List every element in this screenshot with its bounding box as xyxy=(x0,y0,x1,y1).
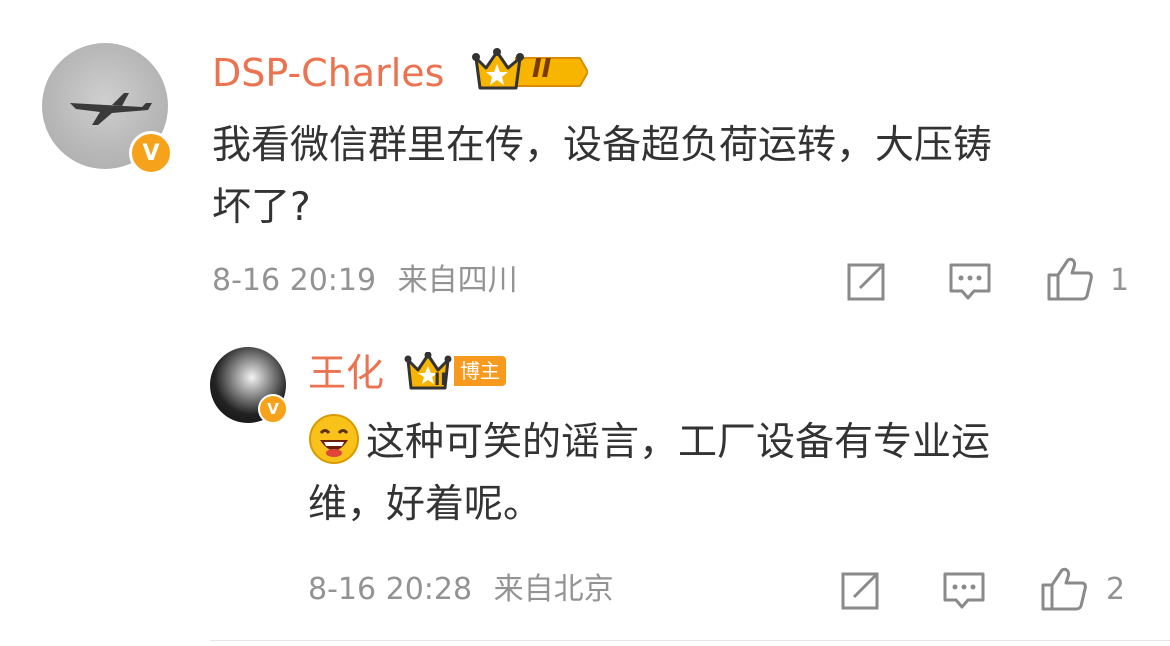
verified-badge: V xyxy=(129,131,173,175)
like-count: 2 xyxy=(1106,572,1126,607)
level-text: II xyxy=(434,370,447,390)
level-badge[interactable]: II 博主 xyxy=(404,352,514,392)
comment-button[interactable] xyxy=(948,262,992,302)
crown-icon xyxy=(404,352,452,390)
reply-time: 8-16 20:28 xyxy=(308,572,473,607)
comment-text-line: 我看微信群里在传，设备超负荷运转，大压铸 xyxy=(212,123,993,168)
share-icon xyxy=(841,572,879,610)
reply-text-line: 这种可笑的谣言，工厂设备有专业运 xyxy=(308,412,1128,474)
like-button[interactable] xyxy=(1046,256,1094,302)
comment-username[interactable]: DSP-Charles xyxy=(212,48,444,98)
reply-text-content: 这种可笑的谣言，工厂设备有专业运 xyxy=(366,420,991,465)
reply-text-line: 维，好着呢。 xyxy=(308,482,543,527)
comment-icon xyxy=(943,572,985,609)
comment-location: 来自四川 xyxy=(397,263,518,298)
share-icon xyxy=(847,263,885,301)
comment-icon xyxy=(949,263,991,300)
like-count: 1 xyxy=(1110,263,1130,298)
share-button[interactable] xyxy=(846,262,888,302)
reply-meta: 8-16 20:28 来自北京 xyxy=(308,570,614,610)
verified-badge: V xyxy=(258,394,288,424)
crown-icon xyxy=(472,48,590,90)
divider xyxy=(210,640,1170,641)
thumbs-up-icon xyxy=(1041,567,1087,611)
comment-meta: 8-16 20:19 来自四川 xyxy=(212,261,518,301)
thumbs-up-icon xyxy=(1047,257,1093,301)
share-button[interactable] xyxy=(840,571,882,611)
comment-time: 8-16 20:19 xyxy=(212,263,377,298)
level-badge[interactable]: II xyxy=(472,48,590,92)
like-button[interactable] xyxy=(1040,566,1088,612)
comment-button[interactable] xyxy=(942,571,986,611)
comment-text-line: 坏了? xyxy=(212,185,311,230)
comment-text: 我看微信群里在传，设备超负荷运转，大压铸 坏了? xyxy=(212,115,1142,239)
laughing-emoji-icon xyxy=(309,414,359,464)
level-text: II xyxy=(532,54,552,84)
reply-location: 来自北京 xyxy=(493,572,614,607)
role-badge: 博主 xyxy=(454,356,506,386)
reply-username[interactable]: 王化 xyxy=(308,348,384,398)
reply-text: 这种可笑的谣言，工厂设备有专业运 维，好着呢。 xyxy=(308,412,1128,536)
